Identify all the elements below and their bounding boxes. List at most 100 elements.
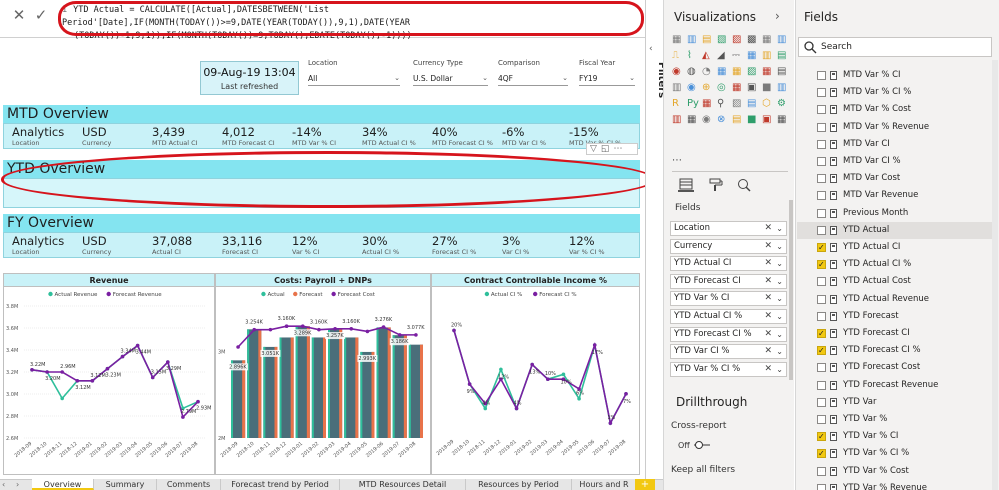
visual-type-icon[interactable]: ▤ [747, 98, 759, 109]
field-item[interactable]: YTD Var % Cost [797, 463, 997, 480]
field-well[interactable]: YTD Var % CI ✕ ⌄ [670, 291, 787, 307]
visual-type-icon[interactable]: ▥ [687, 34, 699, 45]
visual-type-icon[interactable]: ◭ [702, 50, 714, 61]
visual-type-icon[interactable]: ▦ [762, 66, 774, 77]
more-visuals-icon[interactable]: ⋯ [672, 155, 682, 166]
analytics-magnifier-icon[interactable] [736, 178, 752, 192]
field-checkbox[interactable] [817, 139, 826, 149]
field-item[interactable]: YTD Actual Revenue [797, 291, 997, 308]
ci-pct-chart[interactable]: Contract Controllable Income % Actual CI… [431, 273, 640, 475]
visual-type-icon[interactable]: ▥ [672, 82, 684, 93]
field-item[interactable]: YTD Forecast Cost [797, 359, 997, 376]
field-checkbox[interactable] [817, 311, 826, 321]
visual-type-icon[interactable]: ⎓ [732, 50, 744, 61]
revenue-chart[interactable]: Revenue 2.6M 2.8M 3.0M 3.2M 3.4M 3.6M 3.8M Actu… [3, 273, 215, 475]
viz-scrollbar[interactable] [789, 200, 793, 380]
field-well[interactable]: YTD Forecast CI % ✕ ⌄ [670, 326, 787, 342]
chevron-down-icon[interactable]: ⌄ [776, 363, 783, 376]
collapse-pane-chevron-icon[interactable]: › [775, 9, 780, 23]
page-tab[interactable]: MTD Resources Detail [340, 479, 466, 490]
visual-type-icon[interactable]: ▣ [762, 114, 774, 125]
fields-search-input[interactable]: Search [798, 37, 992, 57]
more-options-icon[interactable]: ⋯ [613, 144, 626, 154]
visual-type-icon[interactable]: ▦ [717, 66, 729, 77]
field-checkbox[interactable] [817, 294, 826, 304]
field-checkbox[interactable] [817, 397, 826, 407]
field-checkbox[interactable] [817, 157, 826, 166]
field-item[interactable]: YTD Forecast Revenue [797, 377, 997, 394]
field-checkbox[interactable] [817, 428, 826, 445]
chevron-down-icon[interactable]: ⌄ [776, 222, 783, 235]
visual-type-icon[interactable]: ◔ [702, 66, 714, 77]
field-item[interactable]: MTD Var Revenue [797, 187, 997, 204]
chevron-down-icon[interactable]: ⌄ [776, 310, 783, 323]
field-well[interactable]: YTD Var % CI % ✕ ⌄ [670, 361, 787, 377]
slicer-fiscal-year[interactable]: Fiscal Year FY19 ⌄ [579, 59, 635, 89]
field-checkbox[interactable] [817, 225, 826, 235]
chevron-down-icon[interactable]: ⌄ [776, 275, 783, 288]
field-checkbox[interactable] [817, 483, 826, 490]
visual-type-icon[interactable]: ▥ [777, 82, 789, 93]
field-item[interactable]: MTD Var CI [797, 136, 997, 153]
visual-type-icon[interactable]: ⊗ [717, 114, 729, 125]
page-tab[interactable]: Overview [32, 479, 94, 490]
visual-type-icon[interactable]: ▧ [717, 34, 729, 45]
visual-type-icon[interactable]: ◎ [717, 82, 729, 93]
visual-type-icon[interactable]: ◍ [687, 66, 699, 77]
chevron-down-icon[interactable]: ⌄ [776, 240, 783, 253]
field-item[interactable]: MTD Var Cost [797, 170, 997, 187]
field-checkbox[interactable] [817, 415, 826, 424]
visual-type-icon[interactable]: ■ [747, 114, 759, 125]
field-checkbox[interactable] [817, 466, 826, 476]
visual-type-icon[interactable]: ⚙ [777, 98, 789, 109]
chevron-down-icon[interactable]: ⌄ [776, 345, 783, 358]
visual-type-icon[interactable]: ▦ [747, 50, 759, 61]
page-tab[interactable]: Hours and R [572, 479, 637, 490]
field-item[interactable]: YTD Forecast CI [797, 325, 997, 342]
field-checkbox[interactable] [817, 342, 826, 359]
ytd-kpi-band-empty[interactable] [3, 178, 640, 208]
field-item[interactable]: YTD Var % CI % [797, 445, 997, 462]
visual-type-icon[interactable]: ◉ [687, 82, 699, 93]
costs-chart[interactable]: Costs: Payroll + DNPs Actual Forecast Fore… [215, 273, 431, 475]
field-item[interactable]: YTD Var [797, 394, 997, 411]
field-checkbox[interactable] [817, 208, 826, 218]
field-checkbox[interactable] [817, 88, 826, 98]
remove-field-icon[interactable]: ✕ [764, 222, 772, 235]
field-checkbox[interactable] [817, 380, 826, 390]
field-well[interactable]: Currency ✕ ⌄ [670, 238, 787, 254]
visual-type-icon[interactable]: ▥ [777, 34, 789, 45]
remove-field-icon[interactable]: ✕ [764, 328, 772, 341]
visual-type-icon[interactable]: ⌇ [687, 50, 699, 61]
chevron-down-icon[interactable]: ⌄ [776, 328, 783, 341]
visual-type-icon[interactable]: ■ [762, 82, 774, 93]
field-checkbox[interactable] [817, 191, 826, 201]
visual-type-icon[interactable]: ◢ [717, 50, 729, 61]
visual-type-icon[interactable]: ▦ [762, 34, 774, 45]
remove-field-icon[interactable]: ✕ [764, 257, 772, 270]
field-item[interactable]: MTD Var % Cost [797, 101, 997, 118]
visual-type-icon[interactable]: ⎍ [672, 50, 684, 61]
field-item[interactable]: YTD Actual [797, 221, 997, 239]
slicer-comparison[interactable]: Comparison 4QF ⌄ [498, 59, 568, 89]
visual-type-icon[interactable]: ▤ [777, 50, 789, 61]
fields-scrollbar[interactable] [992, 60, 998, 490]
field-checkbox[interactable] [817, 256, 826, 273]
field-well[interactable]: Location ✕ ⌄ [670, 221, 787, 236]
visual-type-icon[interactable]: ▦ [672, 34, 684, 45]
page-tab[interactable]: Resources by Period [466, 479, 572, 490]
field-well[interactable]: YTD Actual CI % ✕ ⌄ [670, 309, 787, 324]
visual-type-icon[interactable]: ⚲ [717, 98, 729, 109]
page-tab[interactable]: Comments [157, 479, 221, 490]
visual-type-gallery[interactable]: ▦ ▥ ▤ ▧ ▨ ▩ ▦ ▥ ⎍ ⌇ ◭ ◢ ⎓ ▦ ▥ ▤ ◉ ◍ ◔ ▦ ▦ ▨ ▦ ▤ ▥ ◉ ⊕ ◎ ▦ ▣ ■ ▥ R Py ▦ ⚲ ▨ ▤ ⬡… [672, 34, 788, 170]
visual-type-icon[interactable]: R [672, 98, 684, 109]
fields-tab-icon[interactable] [678, 178, 694, 192]
field-item[interactable]: YTD Var % Revenue [797, 480, 997, 490]
visual-type-icon[interactable]: ▨ [732, 34, 744, 45]
visual-type-icon[interactable]: ⬡ [762, 98, 774, 109]
slicer-location[interactable]: Location All ⌄ [308, 59, 400, 89]
visual-type-icon[interactable]: ▨ [732, 98, 744, 109]
visual-header-toolbar[interactable]: ▽◱⋯ [586, 143, 638, 155]
remove-field-icon[interactable]: ✕ [764, 310, 772, 323]
visual-type-icon[interactable]: ▦ [687, 114, 699, 125]
